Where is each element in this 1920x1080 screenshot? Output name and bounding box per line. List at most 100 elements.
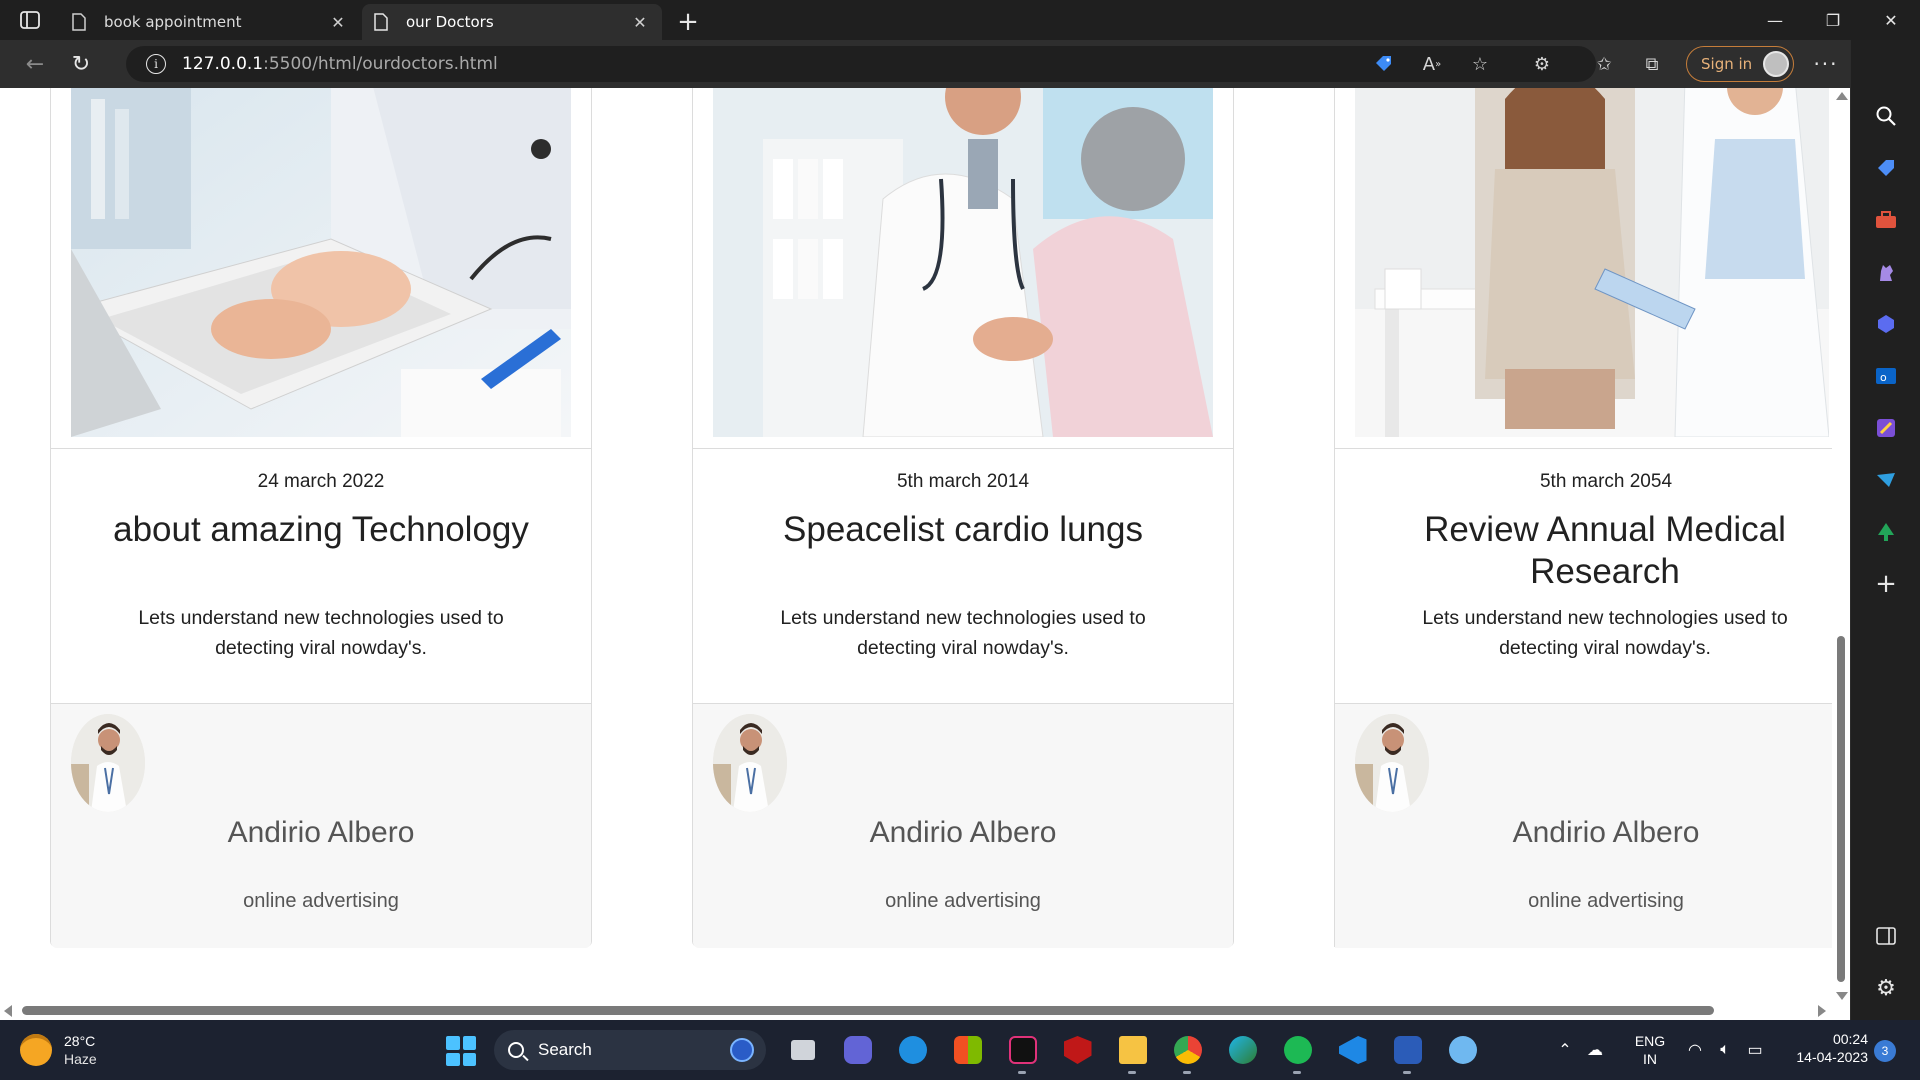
file-explorer-icon[interactable] [1110, 1030, 1155, 1074]
onedrive-icon[interactable]: ☁ [1580, 1030, 1610, 1070]
collections-icon[interactable]: ⧉ [1628, 46, 1676, 82]
address-toolbar: ← ↻ i 127.0.0.1:5500/html/ourdoctors.htm… [0, 40, 1920, 88]
taskbar-search[interactable]: Search [494, 1030, 766, 1070]
horizontal-scrollbar[interactable] [0, 1000, 1832, 1020]
read-aloud-icon[interactable]: A» [1408, 46, 1456, 82]
doctor-name: Andirio Albero [869, 816, 1057, 849]
sign-in-button[interactable]: Sign in [1686, 46, 1794, 82]
chat-icon[interactable] [835, 1030, 880, 1070]
language-line-1: ENG [1634, 1033, 1666, 1049]
chrome-icon[interactable] [1165, 1030, 1210, 1074]
card-image-laptop [71, 88, 571, 437]
intellij-icon[interactable] [1000, 1030, 1045, 1074]
site-info-icon[interactable]: i [146, 54, 166, 74]
doctor-card: 24 march 2022 about amazing Technology L… [50, 88, 592, 948]
back-icon[interactable]: ← [12, 44, 58, 84]
scrollbar-thumb[interactable] [22, 1006, 1714, 1015]
designer-icon[interactable] [1851, 402, 1920, 454]
card-divider [51, 448, 591, 449]
favorites-icon[interactable]: ✩ [1580, 46, 1628, 82]
window-controls: — ❐ ✕ [1746, 0, 1920, 40]
tools-icon[interactable] [1851, 194, 1920, 246]
help-icon[interactable] [890, 1030, 935, 1070]
scroll-up-icon[interactable] [1836, 92, 1848, 100]
card-date: 5th march 2014 [896, 471, 1030, 492]
search-icon[interactable] [1851, 90, 1920, 142]
close-window-icon[interactable]: ✕ [1862, 0, 1920, 40]
shopping-icon[interactable] [1851, 142, 1920, 194]
cloud-app-icon[interactable] [1440, 1030, 1485, 1070]
doctor-name: Andirio Albero [227, 816, 415, 849]
minimize-icon[interactable]: — [1746, 0, 1804, 40]
card-footer: Andirio Albero online advertising [1335, 703, 1832, 948]
doctor-card: 5th march 2014 Speacelist cardio lungs L… [692, 88, 1234, 948]
add-icon[interactable]: + [1851, 558, 1920, 610]
battery-icon[interactable]: ▭ [1740, 1030, 1770, 1070]
taskbar-search-label: Search [538, 1040, 592, 1059]
card-date: 5th march 2054 [1539, 471, 1673, 492]
extensions-icon[interactable]: ⚙ [1518, 46, 1566, 82]
clock[interactable]: 00:24 14-04-2023 [1778, 1030, 1868, 1066]
windows-start-icon[interactable] [446, 1036, 476, 1066]
page-viewport: 24 march 2022 about amazing Technology L… [0, 88, 1832, 1006]
sign-in-label: Sign in [1701, 55, 1753, 73]
tab-title: book appointment [104, 13, 242, 31]
mcafee-icon[interactable] [1055, 1030, 1100, 1070]
card-date: 24 march 2022 [257, 471, 385, 492]
windows-taskbar: 28°C Haze Search ⌃ ☁ ENG IN ◠ 🔈︎ ▭ 00:24… [0, 1020, 1920, 1080]
url-path: :5500/html/ourdoctors.html [263, 54, 498, 74]
close-icon[interactable]: ✕ [328, 12, 348, 32]
outlook-icon[interactable]: o [1851, 350, 1920, 402]
card-title: Review Annual Medical Research [1424, 510, 1786, 591]
doctor-avatar [713, 714, 787, 812]
close-icon[interactable]: ✕ [630, 12, 650, 32]
taskbar-apps [780, 1030, 1485, 1074]
edge-icon[interactable] [1220, 1030, 1265, 1070]
notification-badge[interactable]: 3 [1874, 1040, 1896, 1062]
scrollbar-thumb[interactable] [1837, 636, 1845, 982]
volume-icon[interactable]: 🔈︎ [1710, 1030, 1740, 1070]
doctor-role: online advertising [1528, 890, 1684, 912]
language-indicator[interactable]: ENG IN [1620, 1032, 1680, 1068]
page-icon [374, 13, 392, 31]
games-icon[interactable] [1851, 246, 1920, 298]
send-icon[interactable] [1851, 454, 1920, 506]
chevron-up-icon[interactable]: ⌃ [1550, 1030, 1580, 1070]
word-icon[interactable] [1385, 1030, 1430, 1074]
doctor-name: Andirio Albero [1512, 816, 1700, 849]
sidebar-panel-icon[interactable] [1851, 910, 1920, 962]
doctor-role: online advertising [885, 890, 1041, 912]
doctor-avatar [1355, 714, 1429, 812]
scroll-right-icon[interactable] [1818, 1005, 1826, 1017]
card-image-doctor-patient [713, 88, 1213, 437]
scroll-left-icon[interactable] [4, 1005, 12, 1017]
profile-avatar-icon [1763, 51, 1789, 77]
vscode-icon[interactable] [1330, 1030, 1375, 1070]
card-description: Lets understand new technologies used to… [138, 607, 504, 659]
toolbar-icons: A» ☆ ⚙ ✩ ⧉ [1360, 46, 1676, 82]
add-favorite-icon[interactable]: ☆ [1456, 46, 1504, 82]
task-view-icon[interactable] [780, 1030, 825, 1070]
maximize-icon[interactable]: ❐ [1804, 0, 1862, 40]
tab-our-doctors[interactable]: our Doctors ✕ [362, 4, 662, 40]
page-icon [72, 13, 90, 31]
clock-time: 00:24 [1832, 1031, 1868, 1047]
doctor-role: online advertising [243, 890, 399, 912]
tab-actions-icon[interactable] [0, 0, 60, 40]
new-tab-button[interactable]: + [670, 4, 706, 40]
settings-gear-icon[interactable]: ⚙ [1851, 962, 1920, 1014]
store-icon[interactable] [945, 1030, 990, 1070]
wifi-icon[interactable]: ◠ [1680, 1030, 1710, 1070]
refresh-icon[interactable]: ↻ [58, 44, 104, 84]
card-description: Lets understand new technologies used to… [1422, 607, 1788, 659]
vertical-scrollbar[interactable] [1832, 88, 1850, 1006]
shopping-tag-icon[interactable] [1360, 46, 1408, 82]
scroll-down-icon[interactable] [1836, 992, 1848, 1000]
tree-icon[interactable] [1851, 506, 1920, 558]
microsoft-365-icon[interactable] [1851, 298, 1920, 350]
weather-widget[interactable]: 28°C Haze [20, 1030, 97, 1070]
more-options-icon[interactable]: ··· [1806, 46, 1846, 82]
card-footer: Andirio Albero online advertising [51, 703, 591, 948]
spotify-icon[interactable] [1275, 1030, 1320, 1074]
tab-book-appointment[interactable]: book appointment ✕ [60, 4, 360, 40]
